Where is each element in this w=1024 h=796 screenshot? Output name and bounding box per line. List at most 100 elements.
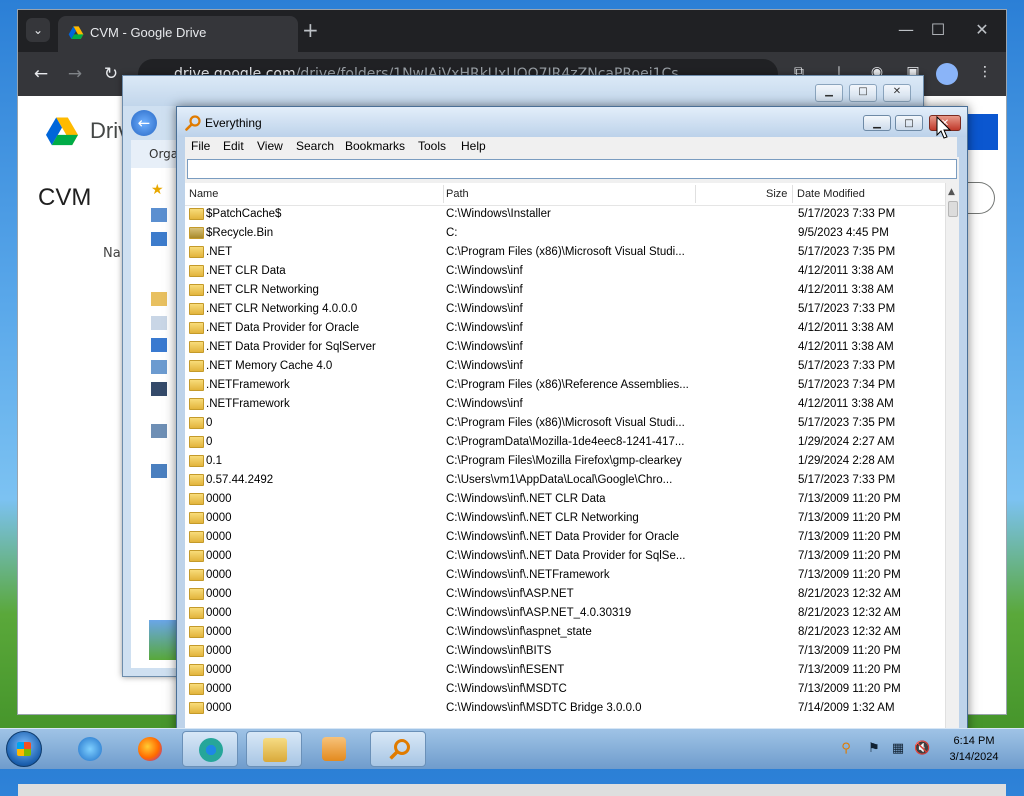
table-row[interactable]: .NET CLR Data C:\Windows\inf 4/12/2011 3:3… [185,262,945,281]
table-row[interactable]: 0000 C:\Windows\inf\MSDTC 7/13/2009 11:20 … [185,680,945,699]
explorer-minimize-button[interactable]: ▁ [815,84,843,102]
google-drive-icon [68,26,84,39]
organize-menu[interactable]: Orga [149,147,178,161]
documents-icon[interactable] [151,316,167,330]
downloads-icon[interactable] [151,232,167,246]
vertical-scrollbar[interactable]: ▲ [945,183,959,731]
table-row[interactable]: $PatchCache$ C:\Windows\Installer 5/17/202… [185,205,945,224]
table-row[interactable]: $Recycle.Bin C: 9/5/2023 4:45 PM [185,224,945,243]
libraries-icon[interactable] [151,292,167,306]
forward-arrow-icon[interactable]: → [62,64,88,84]
column-header-name[interactable]: Name [189,188,218,200]
table-row[interactable]: 0000 C:\Windows\inf\ASP.NET_4.0.30319 8/21… [185,604,945,623]
menu-kebab-icon[interactable]: ⋮ [974,64,996,80]
table-row[interactable]: 0000 C:\Windows\inf\.NET CLR Networking 7/… [185,509,945,528]
tab-search-button[interactable]: ⌄ [26,18,50,42]
table-row[interactable]: 0000 C:\Windows\inf\.NET CLR Data 7/13/200… [185,490,945,509]
table-row[interactable]: 0.1 C:\Program Files\Mozilla Firefox\gmp-… [185,452,945,471]
menu-edit[interactable]: Edit [223,139,244,153]
reload-icon[interactable]: ↻ [98,64,124,84]
cell-date: 5/17/2023 7:34 PM [798,379,896,391]
tray-flag-icon[interactable]: ⚑ [866,741,882,756]
music-icon[interactable] [151,338,167,352]
column-header-size[interactable]: Size [766,188,787,200]
table-row[interactable]: 0000 C:\Windows\inf\ESENT 7/13/2009 11:20 … [185,661,945,680]
cell-name: 0 [206,436,213,448]
taskbar-everything[interactable] [370,731,426,767]
avatar[interactable] [936,63,958,85]
menu-bookmarks[interactable]: Bookmarks [345,139,405,153]
explorer-close-button[interactable]: ✕ [883,84,911,102]
cell-path: C:\Windows\inf [446,303,523,315]
start-button[interactable] [6,731,42,767]
scroll-thumb[interactable] [948,201,958,217]
taskbar-firefox[interactable] [122,731,178,767]
cell-path: C:\Windows\inf\.NET Data Provider for Or… [446,531,680,543]
search-input[interactable] [187,159,957,179]
table-row[interactable]: 0 C:\Program Files (x86)\Microsoft Visual… [185,414,945,433]
explorer-maximize-button[interactable]: □ [849,84,877,102]
table-row[interactable]: 0 C:\ProgramData\Mozilla-1de4eec8-1241-41… [185,433,945,452]
table-row[interactable]: 0000 C:\Windows\inf\aspnet_state 8/21/2023… [185,623,945,642]
taskbar-media-player[interactable] [306,731,362,767]
desktop-icon[interactable] [151,208,167,222]
computer-icon[interactable] [151,424,167,438]
scroll-up-arrow-icon[interactable]: ▲ [948,187,955,197]
taskbar-internet-explorer[interactable] [62,731,118,767]
table-row[interactable]: .NET C:\Program Files (x86)\Microsoft Vis… [185,243,945,262]
table-row[interactable]: .NETFramework C:\Windows\inf 4/12/2011 3:3… [185,395,945,414]
menu-file[interactable]: File [191,139,210,153]
everything-titlebar[interactable]: Everything ▁ □ ✕ [177,107,967,137]
table-row[interactable]: .NET Memory Cache 4.0 C:\Windows\inf 5/17/… [185,357,945,376]
pictures-icon[interactable] [151,360,167,374]
column-divider[interactable] [695,185,696,203]
table-row[interactable]: 0000 C:\Windows\inf\.NETFramework 7/13/200… [185,566,945,585]
table-row[interactable]: .NET Data Provider for Oracle C:\Windows\… [185,319,945,338]
table-row[interactable]: 0000 C:\Windows\inf\ASP.NET 8/21/2023 12:3… [185,585,945,604]
column-header-path[interactable]: Path [446,188,469,200]
back-arrow-icon[interactable]: ← [28,64,54,84]
everything-window: Everything ▁ □ ✕ File Edit View Search B… [176,106,968,738]
table-row[interactable]: 0000 C:\Windows\inf\.NET Data Provider fo… [185,547,945,566]
table-row[interactable]: 0.57.44.2492 C:\Users\vm1\AppData\Local\G… [185,471,945,490]
table-row[interactable]: 0000 C:\Windows\inf\.NET Data Provider fo… [185,528,945,547]
close-icon[interactable]: ✕ [962,20,1002,39]
tray-volume-muted-icon[interactable]: 🔇 [914,741,930,756]
folder-icon [189,493,204,505]
menu-search[interactable]: Search [296,139,334,153]
menu-tools[interactable]: Tools [418,139,446,153]
taskbar-chrome[interactable] [182,731,238,767]
taskbar-explorer[interactable] [246,731,302,767]
cell-name: 0000 [206,607,232,619]
maximize-button[interactable]: □ [895,115,923,131]
network-icon[interactable] [151,464,167,478]
table-row[interactable]: .NET Data Provider for SqlServer C:\Windo… [185,338,945,357]
name-column-header[interactable]: Na [103,246,121,261]
cell-date: 5/17/2023 7:33 PM [798,474,896,486]
tray-network-icon[interactable]: ▦ [890,741,906,756]
explorer-back-button[interactable]: ← [131,110,157,136]
column-divider[interactable] [443,185,444,203]
videos-icon[interactable] [151,382,167,396]
column-header-date-modified[interactable]: Date Modified [797,188,865,200]
tab-google-drive[interactable]: CVM - Google Drive [58,16,298,52]
table-row[interactable]: 0000 C:\Windows\inf\BITS 7/13/2009 11:20 P… [185,642,945,661]
maximize-icon[interactable]: ☐ [918,20,958,39]
tray-everything-icon[interactable]: ⚲ [838,741,854,756]
menu-view[interactable]: View [257,139,283,153]
horizontal-scrollbar[interactable] [18,784,1006,796]
table-row[interactable]: .NET CLR Networking 4.0.0.0 C:\Windows\in… [185,300,945,319]
table-row[interactable]: 0000 C:\Windows\inf\MSDTC Bridge 3.0.0.0 7… [185,699,945,718]
cell-path: C:\Windows\inf\aspnet_state [446,626,592,638]
favorites-star-icon[interactable]: ★ [151,182,167,198]
folder-icon [189,607,204,619]
taskbar-clock[interactable]: 6:14 PM 3/14/2024 [936,733,1012,765]
menu-help[interactable]: Help [461,139,486,153]
table-row[interactable]: .NET CLR Networking C:\Windows\inf 4/12/20… [185,281,945,300]
new-tab-button[interactable]: + [302,18,319,42]
minimize-button[interactable]: ▁ [863,115,891,131]
table-row[interactable]: .NETFramework C:\Program Files (x86)\Refe… [185,376,945,395]
column-divider[interactable] [792,185,793,203]
cell-name: .NET CLR Data [206,265,286,277]
cell-date: 8/21/2023 12:32 AM [798,588,901,600]
